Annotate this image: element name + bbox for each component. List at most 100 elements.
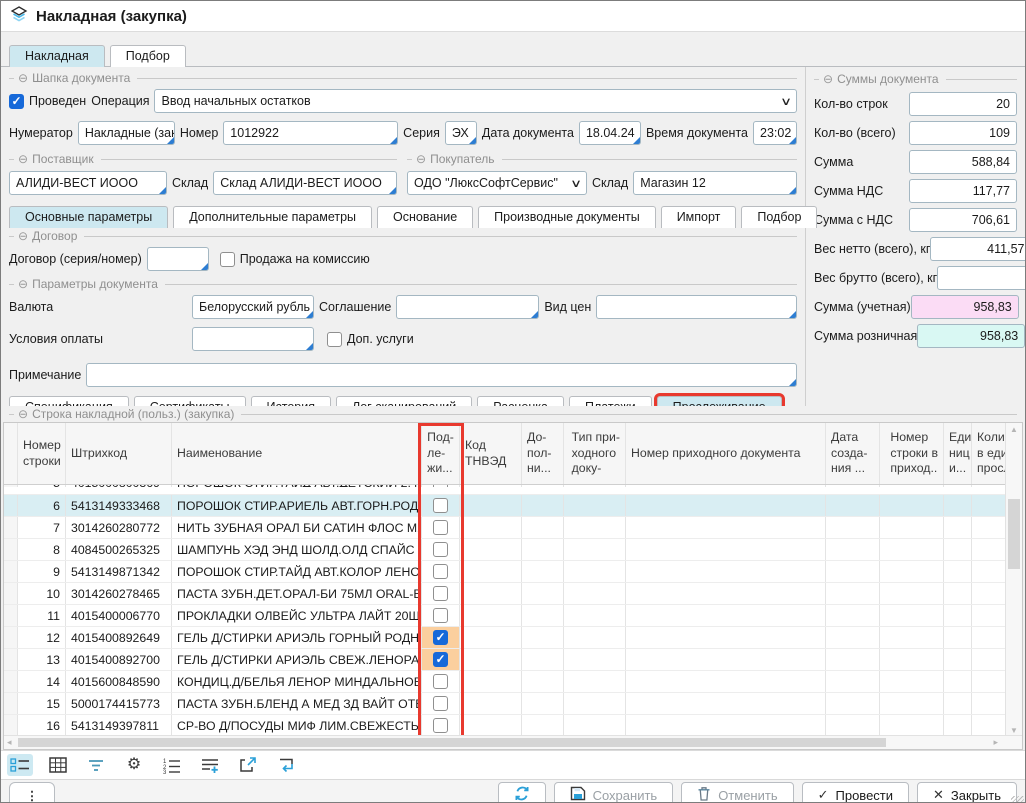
col-header-income-doc-number[interactable]: Номер приходного документа [626, 423, 826, 484]
numbered-list-icon[interactable]: 123 [159, 754, 185, 776]
table-row[interactable]: 134015400892700ГЕЛЬ Д/СТИРКИ АРИЭЛЬ СВЕЖ… [4, 649, 1022, 671]
table-row[interactable]: 165413149397811СР-ВО Д/ПОСУДЫ МИФ ЛИМ.СВ… [4, 715, 1022, 737]
scroll-down-icon[interactable]: ▼ [1006, 726, 1022, 735]
col-header-barcode[interactable]: Штрихкод [66, 423, 172, 484]
col-header-creation-date[interactable]: Дата созда- ния ... [826, 423, 880, 484]
sums-value[interactable]: 706,61 [909, 208, 1017, 232]
row-traceable-checkbox[interactable] [433, 586, 448, 601]
row-traceable-checkbox[interactable] [433, 674, 448, 689]
table-row[interactable]: 103014260278465ПАСТА ЗУБН.ДЕТ.ОРАЛ-БИ 75… [4, 583, 1022, 605]
doc-time-input[interactable]: 23:02 [753, 121, 797, 145]
table-row[interactable]: 54015000800369ПОРОШОК СТИР.ТАЙД АВТ.ДЕТС… [4, 485, 1022, 495]
col-header-income-line-number[interactable]: Номер строки в приход.. [880, 423, 944, 484]
tab-Платежи[interactable]: Платежи [569, 396, 652, 406]
save-button[interactable]: Сохранить [554, 782, 674, 803]
row-traceable-checkbox[interactable] [433, 630, 448, 645]
vertical-scrollbar[interactable]: ▲ ▼ [1005, 423, 1022, 737]
tab-Дополнительные параметры[interactable]: Дополнительные параметры [173, 206, 372, 228]
collapse-icon[interactable]: ⊖ [18, 153, 28, 165]
horizontal-scrollbar[interactable]: ◂ ▸ [4, 735, 1022, 749]
operation-select[interactable]: Ввод начальных остатков ∨ [154, 89, 797, 113]
menu-button[interactable]: ⋮ [9, 782, 55, 803]
row-traceable-checkbox[interactable] [433, 608, 448, 623]
col-header-indicator[interactable] [4, 423, 18, 484]
tab-Импорт[interactable]: Импорт [661, 206, 737, 228]
add-lines-icon[interactable] [197, 754, 223, 776]
tab-Подбор[interactable]: Подбор [741, 206, 817, 228]
check-button[interactable]: ✓Провести [802, 782, 909, 803]
sums-value[interactable]: 588,84 [909, 150, 1017, 174]
collapse-icon[interactable]: ⊖ [18, 408, 28, 420]
tab-Основание[interactable]: Основание [377, 206, 473, 228]
row-traceable-checkbox[interactable] [433, 652, 448, 667]
col-header-income-doc-type[interactable]: Тип при- ходного доку- [564, 423, 626, 484]
supplier-sklad-input[interactable]: Склад АЛИДИ-ВЕСТ ИООО [213, 171, 397, 195]
scroll-right-icon[interactable]: ▸ [993, 736, 998, 749]
detail-view-icon[interactable] [7, 754, 33, 776]
vertical-scroll-thumb[interactable] [1008, 499, 1020, 569]
table-row[interactable]: 73014260280772НИТЬ ЗУБНАЯ ОРАЛ БИ САТИН … [4, 517, 1022, 539]
tab-Накладная[interactable]: Накладная [9, 45, 105, 67]
buyer-sklad-input[interactable]: Магазин 12 [633, 171, 797, 195]
agreement-input[interactable] [396, 295, 539, 319]
trash-button[interactable]: Отменить [681, 782, 793, 803]
col-header-additional[interactable]: До- пол- ни... [522, 423, 564, 484]
horizontal-scroll-thumb[interactable] [18, 738, 886, 747]
buyer-select[interactable]: ОДО "ЛюксСофтСервис" ∨ [407, 171, 587, 195]
tab-Производные документы[interactable]: Производные документы [478, 206, 656, 228]
tab-Прослеживание[interactable]: Прослеживание [657, 396, 782, 406]
tab-История[interactable]: История [251, 396, 331, 406]
dogovor-number-input[interactable] [147, 247, 209, 271]
tab-Подбор[interactable]: Подбор [110, 45, 186, 67]
currency-input[interactable]: Белорусский рубль [192, 295, 314, 319]
table-row[interactable]: 114015400006770ПРОКЛАДКИ ОЛВЕЙС УЛЬТРА Л… [4, 605, 1022, 627]
row-traceable-checkbox[interactable] [433, 485, 448, 487]
sums-value[interactable]: 958,83 [911, 295, 1019, 319]
price-type-input[interactable] [596, 295, 797, 319]
doc-date-input[interactable]: 18.04.24 [579, 121, 641, 145]
tab-Спецификация[interactable]: Спецификация [9, 396, 129, 406]
settings-gear-icon[interactable]: ⚙ [121, 754, 147, 776]
note-input[interactable] [86, 363, 797, 387]
row-traceable-checkbox[interactable] [433, 718, 448, 733]
extra-services-checkbox[interactable] [327, 332, 342, 347]
number-input[interactable]: 1012922 [223, 121, 398, 145]
table-row[interactable]: 124015400892649ГЕЛЬ Д/СТИРКИ АРИЭЛЬ ГОРН… [4, 627, 1022, 649]
row-traceable-checkbox[interactable] [433, 520, 448, 535]
scroll-left-icon[interactable]: ◂ [7, 736, 12, 749]
row-traceable-checkbox[interactable] [433, 498, 448, 513]
tab-Лог сканирований[interactable]: Лог сканирований [336, 396, 472, 406]
col-header-name[interactable]: Наименование [172, 423, 422, 484]
tab-Сертификаты[interactable]: Сертификаты [134, 396, 246, 406]
row-traceable-checkbox[interactable] [433, 564, 448, 579]
supplier-input[interactable]: АЛИДИ-ВЕСТ ИООО [9, 171, 167, 195]
table-row[interactable]: 95413149871342ПОРОШОК СТИР.ТАЙД АВТ.КОЛО… [4, 561, 1022, 583]
sums-value[interactable] [937, 266, 1025, 290]
sums-value[interactable]: 117,77 [909, 179, 1017, 203]
sums-value[interactable]: 20 [909, 92, 1017, 116]
collapse-icon[interactable]: ⊖ [18, 230, 28, 242]
table-row[interactable]: 155000174415773ПАСТА ЗУБН.БЛЕНД А МЕД ЗД… [4, 693, 1022, 715]
table-row[interactable]: 144015600848590КОНДИЦ.Д/БЕЛЬЯ ЛЕНОР МИНД… [4, 671, 1022, 693]
table-row[interactable]: 84084500265325ШАМПУНЬ ХЭД ЭНД ШОЛД.ОЛД С… [4, 539, 1022, 561]
collapse-icon[interactable]: ⊖ [823, 73, 833, 85]
table-row[interactable]: 65413149333468ПОРОШОК СТИР.АРИЕЛЬ АВТ.ГО… [4, 495, 1022, 517]
sums-value[interactable]: 958,83 [917, 324, 1025, 348]
col-header-units[interactable]: Еди ниц и... [944, 423, 972, 484]
collapse-icon[interactable]: ⊖ [416, 153, 426, 165]
tab-Основные параметры[interactable]: Основные параметры [9, 206, 168, 228]
col-header-tnved-code[interactable]: Код ТНВЭД [460, 423, 522, 484]
refresh-button[interactable] [498, 782, 546, 803]
series-input[interactable]: ЭХ [445, 121, 477, 145]
scroll-up-icon[interactable]: ▲ [1006, 425, 1022, 434]
collapse-icon[interactable]: ⊖ [18, 278, 28, 290]
close-button[interactable]: ✕Закрыть [917, 782, 1017, 803]
payment-terms-input[interactable] [192, 327, 314, 351]
collapse-icon[interactable]: ⊖ [18, 72, 28, 84]
row-traceable-checkbox[interactable] [433, 696, 448, 711]
tab-Расценка[interactable]: Расценка [477, 396, 564, 406]
open-external-icon[interactable] [235, 754, 261, 776]
proveden-checkbox[interactable] [9, 94, 24, 109]
col-header-line-number[interactable]: Номер строки [18, 423, 66, 484]
row-traceable-checkbox[interactable] [433, 542, 448, 557]
